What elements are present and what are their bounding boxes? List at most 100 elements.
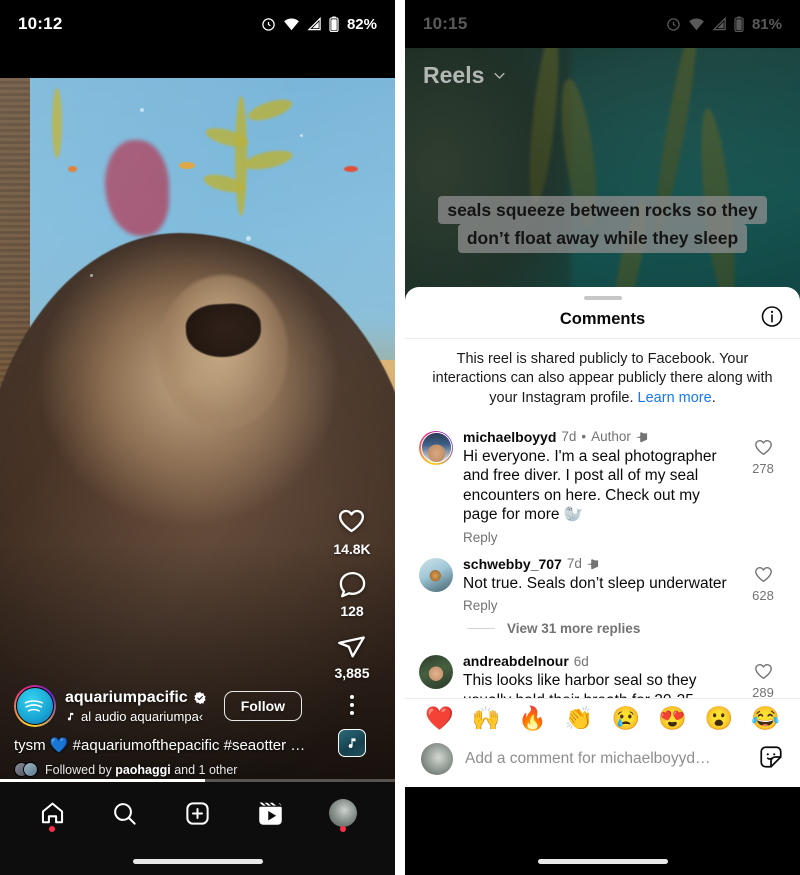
- comments-sheet: Comments This reel is shared publicly to…: [405, 287, 800, 787]
- follow-button[interactable]: Follow: [223, 691, 303, 721]
- list-item[interactable]: andreabdelnour 6d This looks like harbor…: [405, 644, 800, 698]
- comment-username[interactable]: andreabdelnour: [463, 653, 569, 669]
- wave-logo-icon: [24, 700, 43, 712]
- account-row: aquariumpacific al audio aquariumpa‹ Fol…: [14, 685, 314, 727]
- comment-body: schwebby_707 7d Not true. Seals don’t sl…: [463, 556, 730, 614]
- alarm-icon: [262, 17, 275, 31]
- caption-line: seals squeeze between rocks so they: [438, 196, 767, 225]
- comment-username[interactable]: michaelboyyd: [463, 429, 556, 445]
- verified-icon: [194, 691, 206, 704]
- emoji-cry[interactable]: 😢: [611, 707, 640, 730]
- list-item[interactable]: schwebby_707 7d Not true. Seals don’t sl…: [405, 547, 800, 616]
- comment-button[interactable]: 128: [337, 569, 368, 619]
- divider-line: [467, 628, 495, 630]
- comment-time: 7d: [561, 429, 577, 445]
- avatar-image: [421, 433, 451, 463]
- reply-button[interactable]: Reply: [463, 598, 730, 613]
- comment-input[interactable]: Add a comment for michaelboyyd…: [465, 750, 746, 768]
- system-bottom-bar: [405, 787, 800, 875]
- plus-square-icon: [186, 801, 209, 825]
- view-more-replies-button[interactable]: View 31 more replies: [405, 615, 800, 644]
- emoji-clap[interactable]: 👏: [565, 707, 594, 730]
- comment-header: schwebby_707 7d: [463, 556, 730, 572]
- sidebar-item-reels[interactable]: [244, 790, 296, 836]
- comment-time: 7d: [566, 556, 582, 572]
- more-options-icon[interactable]: [350, 695, 354, 715]
- like-count: 14.8K: [333, 541, 371, 557]
- bottom-navigation: [0, 782, 395, 875]
- status-time: 10:15: [423, 14, 468, 33]
- quick-emoji-bar: ❤️ 🙌 🔥 👏 😢 😍 😮 😂: [405, 699, 800, 736]
- view-more-replies-label: View 31 more replies: [507, 621, 641, 637]
- reel-action-rail: 14.8K 128 3,885: [323, 507, 381, 757]
- avatar[interactable]: [419, 557, 453, 592]
- info-button[interactable]: [760, 305, 784, 334]
- avatar[interactable]: [419, 430, 453, 465]
- author-tag: Author: [591, 429, 631, 445]
- list-item[interactable]: michaelboyyd 7d • Author Hi everyone. I'…: [405, 420, 800, 547]
- comment-text: Hi everyone. I'm a seal photographer and…: [463, 447, 717, 524]
- learn-more-link[interactable]: Learn more: [638, 390, 712, 406]
- share-button[interactable]: 3,885: [334, 631, 370, 681]
- sidebar-item-create[interactable]: [171, 790, 223, 836]
- water-droplet: [246, 236, 251, 241]
- sticker-button[interactable]: [758, 744, 784, 775]
- heart-icon: [754, 439, 772, 455]
- comment-username[interactable]: schwebby_707: [463, 556, 562, 572]
- comment-body: andreabdelnour 6d This looks like harbor…: [463, 653, 730, 698]
- avatar-image: [419, 655, 453, 690]
- emoji-joy[interactable]: 😂: [751, 707, 780, 730]
- avatar[interactable]: [419, 655, 453, 690]
- comment-composer[interactable]: Add a comment for michaelboyyd…: [405, 736, 800, 787]
- privacy-notice-tail: .: [711, 389, 716, 406]
- comment-time: 6d: [573, 653, 589, 669]
- chevron-down-icon[interactable]: [492, 68, 507, 83]
- emoji-surprised[interactable]: 😮: [705, 707, 734, 730]
- comment-like-button[interactable]: 628: [740, 556, 786, 614]
- status-bar: 10:15 81%: [405, 0, 800, 48]
- sidebar-item-home[interactable]: [26, 790, 78, 836]
- nav-items: [0, 782, 395, 844]
- comment-separator: •: [581, 429, 587, 445]
- followed-names: paohaggi: [115, 762, 171, 777]
- caption[interactable]: tysm 💙 #aquariumofthepacific #seaotter …: [14, 736, 314, 754]
- audio-row[interactable]: al audio aquariumpa‹: [65, 709, 207, 724]
- wifi-icon: [284, 18, 299, 31]
- emoji-heart-eyes[interactable]: 😍: [658, 707, 687, 730]
- reels-header[interactable]: Reels: [423, 62, 507, 89]
- sidebar-item-search[interactable]: [99, 790, 151, 836]
- home-icon: [41, 802, 63, 823]
- avatar-image: [16, 687, 54, 725]
- status-bar: 10:12 82%: [0, 0, 395, 48]
- emoji-heart[interactable]: ❤️: [425, 707, 454, 730]
- emoji-raised-hands[interactable]: 🙌: [472, 707, 501, 730]
- battery-percent: 82%: [346, 15, 377, 33]
- comment-list[interactable]: michaelboyyd 7d • Author Hi everyone. I'…: [405, 420, 800, 698]
- profile-notification-badge: [339, 826, 346, 832]
- comment-like-count: 289: [752, 685, 774, 698]
- followed-by-avatars: [14, 762, 38, 777]
- username: aquariumpacific: [65, 688, 188, 706]
- reply-button[interactable]: Reply: [463, 530, 730, 545]
- followed-by-row[interactable]: Followed by paohaggi and 1 other: [14, 762, 314, 777]
- comment-like-button[interactable]: 278: [740, 429, 786, 545]
- like-button[interactable]: 14.8K: [333, 507, 371, 557]
- followed-by-text: Followed by paohaggi and 1 other: [45, 763, 237, 777]
- avatar[interactable]: [14, 685, 56, 727]
- signal-icon: [307, 17, 321, 31]
- username-row[interactable]: aquariumpacific: [65, 689, 207, 707]
- comment-like-count: 628: [752, 587, 774, 603]
- water-droplet: [140, 108, 144, 112]
- emoji-fire[interactable]: 🔥: [518, 707, 547, 730]
- reels-icon: [258, 801, 282, 825]
- comment-text: Not true. Seals don’t sleep underwater: [463, 574, 727, 592]
- comment-count: 128: [340, 603, 364, 619]
- privacy-notice-text: This reel is shared publicly to Facebook…: [432, 351, 773, 406]
- comment-icon: [339, 571, 365, 598]
- sidebar-item-profile[interactable]: [317, 790, 369, 836]
- audio-thumbnail[interactable]: [338, 729, 366, 757]
- comment-like-button[interactable]: 289: [740, 653, 786, 698]
- share-icon: [338, 636, 366, 658]
- avatar: [421, 743, 453, 775]
- sticker-icon: [760, 745, 782, 768]
